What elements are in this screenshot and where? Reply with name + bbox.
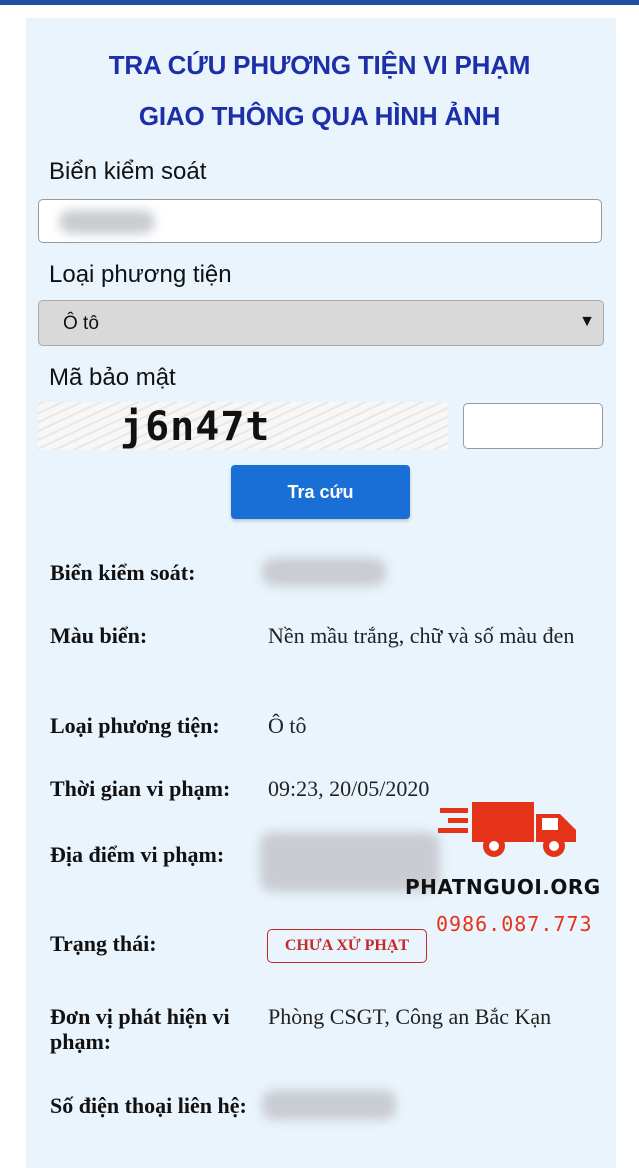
- redacted-plate-result: [262, 558, 386, 586]
- result-plate-color-value: Nền mầu trắng, chữ và số màu đen: [268, 623, 575, 648]
- result-plate-key: Biển kiểm soát:: [50, 560, 196, 585]
- result-status-key: Trạng thái:: [50, 931, 157, 956]
- result-unit-key: Đơn vị phát hiện vi phạm:: [50, 1004, 230, 1054]
- page-title-line2: GIAO THÔNG QUA HÌNH ẢNH: [138, 101, 501, 131]
- result-vehicle-type-value: Ô tô: [268, 713, 307, 738]
- page-title-line1: TRA CỨU PHƯƠNG TIỆN VI PHẠM: [108, 50, 531, 80]
- plate-input[interactable]: [38, 199, 602, 243]
- truck-logo-icon: [438, 802, 576, 857]
- result-location-key: Địa điểm vi phạm:: [50, 842, 225, 867]
- captcha-image: j6n47t: [38, 402, 448, 450]
- dropdown-arrow-icon: ▼: [579, 313, 595, 330]
- lookup-panel: [26, 18, 616, 1168]
- result-time-key: Thời gian vi phạm:: [50, 776, 231, 801]
- captcha-input[interactable]: [463, 403, 603, 449]
- search-button[interactable]: Tra cứu: [231, 465, 410, 519]
- vehicle-type-selected: Ô tô: [63, 313, 99, 334]
- result-phone-key: Số điện thoại liên hệ:: [50, 1093, 247, 1118]
- status-badge: CHƯA XỬ PHẠT: [267, 929, 427, 963]
- top-accent-bar: [0, 0, 639, 5]
- plate-label: Biển kiểm soát: [49, 158, 207, 185]
- watermark-brand: PHATNGUOI.ORG: [405, 875, 601, 899]
- vehicle-type-label: Loại phương tiện: [49, 261, 232, 288]
- redacted-phone: [262, 1090, 396, 1120]
- result-plate-color-key: Màu biển:: [50, 623, 148, 648]
- redacted-plate-value: [59, 210, 155, 234]
- captcha-text: j6n47t: [120, 404, 271, 450]
- result-vehicle-type-key: Loại phương tiện:: [50, 713, 220, 738]
- captcha-label: Mã bảo mật: [49, 364, 176, 391]
- vehicle-type-select[interactable]: Ô tô ▼: [38, 300, 604, 346]
- result-unit-value: Phòng CSGT, Công an Bắc Kạn: [268, 1004, 552, 1029]
- watermark-phone: 0986.087.773: [436, 912, 593, 936]
